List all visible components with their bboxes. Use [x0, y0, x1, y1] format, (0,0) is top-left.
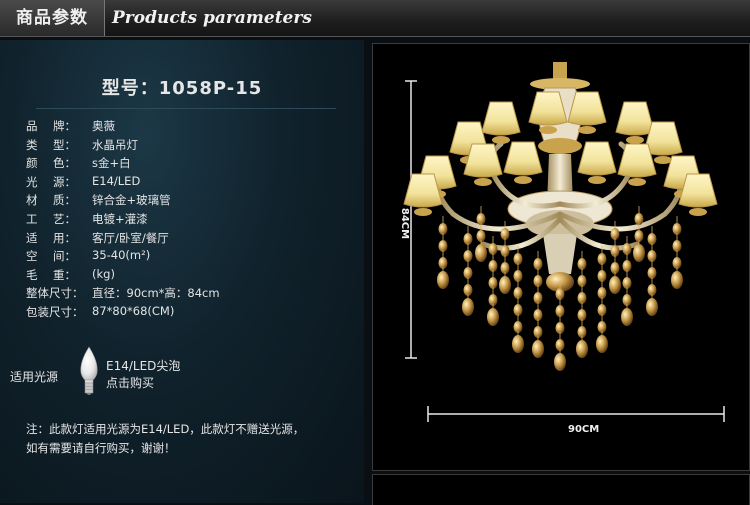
spec-value: 客厅/卧室/餐厅: [92, 230, 169, 245]
crystal-drop: [437, 271, 449, 289]
candle-cup: [514, 176, 532, 184]
spec-row: 整体尺寸： 直径：90cm*高：84cm: [26, 285, 220, 304]
candle-cup: [474, 178, 492, 186]
product-photo-frame: [372, 43, 750, 471]
model-number: 型号：1058P-15: [101, 78, 263, 99]
crystal-drop: [487, 308, 499, 326]
section-title-en: Products parameters: [112, 8, 312, 28]
crystal-drop: [621, 308, 633, 326]
bulb-description[interactable]: E14/LED尖泡 点击购买: [106, 358, 180, 392]
spec-value: 直径：90cm*高：84cm: [92, 286, 220, 301]
crystal-drop: [576, 340, 588, 358]
section-title-cn: 商品参数: [0, 0, 105, 36]
width-label: 90CM: [568, 424, 600, 435]
candle-cup: [689, 208, 707, 216]
bulb-type: E14/LED尖泡: [106, 359, 181, 373]
crystal-drop: [596, 335, 608, 353]
spec-row: 光源： E14/LED: [26, 174, 220, 193]
candle-bulb-icon[interactable]: [76, 346, 102, 400]
spec-row: 品牌： 奥薇: [26, 118, 220, 137]
spec-value: (kg): [92, 266, 115, 281]
height-label: 84CM: [399, 207, 411, 240]
spec-value: 奥薇: [92, 119, 115, 133]
candle-cup: [539, 126, 557, 134]
spec-row: 毛重： (kg): [26, 267, 220, 286]
crystal-drop: [646, 298, 658, 316]
header-bar: 商品参数 Products parameters: [0, 0, 750, 37]
spec-row: 颜色： s金+白: [26, 155, 220, 174]
spec-label: 包装尺寸：: [26, 304, 84, 319]
spec-value: 87*80*68(CM): [92, 303, 175, 318]
divider: [36, 108, 336, 109]
spec-label: 适用：: [26, 230, 76, 245]
spec-list: 品牌： 奥薇类型： 水晶吊灯颜色： s金+白光源： E14/LED 材质： 锌合金+玻璃管工…: [26, 118, 220, 323]
candle-cup: [414, 208, 432, 216]
spec-value: s金+白: [92, 156, 131, 171]
crystal-drop: [532, 340, 544, 358]
spec-row: 类型： 水晶吊灯: [26, 137, 220, 156]
crystal-drop: [475, 244, 487, 262]
lamp-shade: [481, 101, 521, 136]
note-line-2: 如有需要请自行购买，谢谢！: [26, 441, 176, 455]
spec-row: 包装尺寸： 87*80*68(CM): [26, 304, 220, 323]
spec-label: 毛重：: [26, 267, 76, 282]
spec-label: 整体尺寸：: [26, 286, 84, 301]
spec-row: 空间： 35-40(m²): [26, 248, 220, 267]
buy-link[interactable]: 点击购买: [106, 375, 180, 392]
note-line-1: 注：此款灯适用光源为E14/LED，此款灯不赠送光源，: [26, 422, 305, 436]
spec-value: 35-40(m²): [92, 248, 151, 263]
crystal-drop: [609, 276, 621, 294]
spec-value: 水晶吊灯: [92, 137, 138, 152]
candle-cup: [654, 156, 672, 164]
bulb-label: 适用光源: [10, 370, 59, 384]
lamp-shade: [615, 101, 655, 136]
crystal-drop: [554, 353, 566, 371]
candle-cup: [628, 178, 646, 186]
spec-label: 工艺：: [26, 211, 76, 226]
spec-value: E14/LED: [92, 173, 141, 188]
crystal-drop: [499, 276, 511, 294]
second-photo-frame: [372, 474, 750, 505]
lamp-shade: [577, 141, 617, 176]
crystal-drop: [633, 244, 645, 262]
spec-label: 空间：: [26, 249, 76, 264]
candle-cup: [588, 176, 606, 184]
crystal-drop: [512, 335, 524, 353]
spec-row: 工艺： 电镀+灌漆: [26, 211, 220, 230]
spec-label: 品牌：: [26, 119, 76, 133]
candle-cup: [492, 136, 510, 144]
spec-label: 材质：: [26, 193, 76, 208]
candle-cup: [578, 126, 596, 134]
spec-value: 锌合金+玻璃管: [92, 193, 171, 208]
spec-label: 颜色：: [26, 156, 76, 171]
spec-value: 电镀+灌漆: [92, 211, 148, 226]
lamp-shade: [503, 141, 543, 176]
note-text: 注：此款灯适用光源为E14/LED，此款灯不赠送光源， 如有需要请自行购买，谢谢…: [26, 420, 304, 458]
spec-row: 材质： 锌合金+玻璃管: [26, 192, 220, 211]
crystal-drop: [671, 271, 683, 289]
candle-cup: [626, 136, 644, 144]
spec-label: 类型：: [26, 137, 76, 152]
spec-label: 光源：: [26, 174, 76, 189]
crystal-drop: [462, 298, 474, 316]
chandelier-image: [403, 62, 725, 422]
spec-row: 适用： 客厅/卧室/餐厅: [26, 230, 220, 249]
